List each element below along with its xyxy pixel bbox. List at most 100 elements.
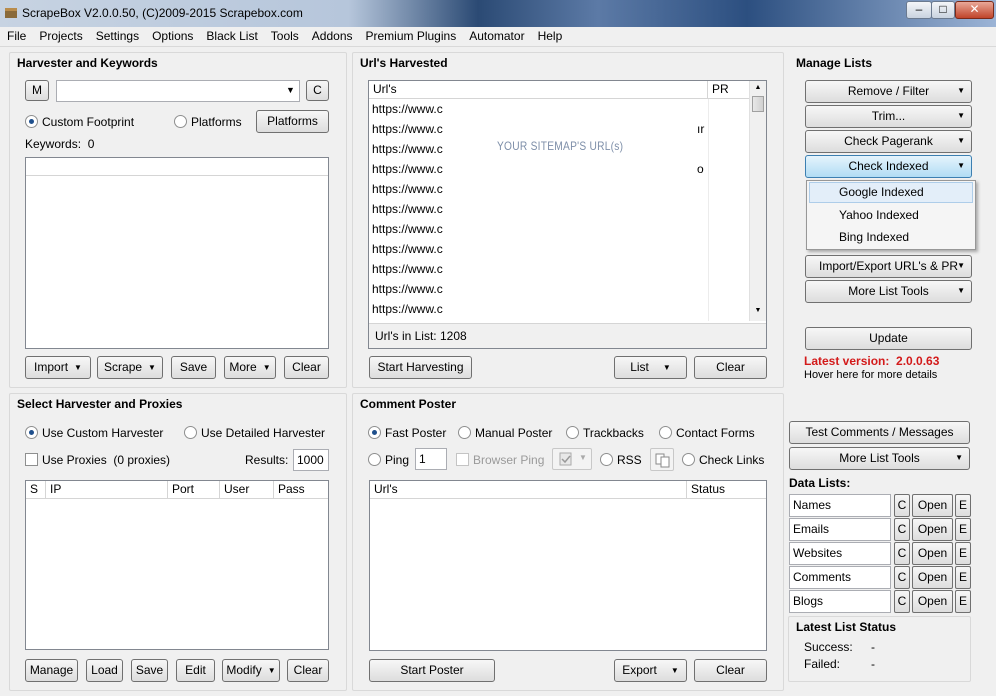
url-row[interactable]: https://www.c xyxy=(369,199,766,219)
menu-settings[interactable]: Settings xyxy=(89,27,145,43)
scroll-thumb[interactable] xyxy=(752,96,764,112)
datalist-comments-field[interactable]: Comments xyxy=(789,566,891,589)
datalist-emails-open-button[interactable]: Open xyxy=(912,518,953,541)
datalist-names-field[interactable]: Names xyxy=(789,494,891,517)
datalist-emails-field[interactable]: Emails xyxy=(789,518,891,541)
datalist-comments-edit-button[interactable]: E xyxy=(955,566,971,589)
platforms-radio[interactable]: Platforms xyxy=(174,115,242,129)
datalist-comments-open-button[interactable]: Open xyxy=(912,566,953,589)
use-detailed-harvester-radio[interactable]: Use Detailed Harvester xyxy=(184,426,325,440)
clear-poster-button[interactable]: Clear xyxy=(694,659,767,682)
check-links-radio[interactable]: Check Links xyxy=(682,453,764,467)
keywords-textarea[interactable] xyxy=(25,157,329,349)
url-row[interactable]: https://www.c xyxy=(369,179,766,199)
datalist-blogs-field[interactable]: Blogs xyxy=(789,590,891,613)
menu-addons[interactable]: Addons xyxy=(305,27,359,43)
menu-file[interactable]: File xyxy=(0,27,32,43)
datalist-blogs-edit-button[interactable]: E xyxy=(955,590,971,613)
rss-settings-button[interactable] xyxy=(650,448,674,471)
col-user-header[interactable]: User xyxy=(220,481,274,499)
col-pr-header[interactable]: PR xyxy=(708,81,748,99)
menu-tools[interactable]: Tools xyxy=(264,27,305,43)
check-indexed-button[interactable]: Check Indexed ▼ xyxy=(805,155,972,178)
url-row[interactable]: https://www.c xyxy=(369,99,766,119)
save-proxies-button[interactable]: Save xyxy=(131,659,168,682)
trim-button[interactable]: Trim... ▼ xyxy=(805,105,972,128)
url-row[interactable]: https://www.c xyxy=(369,259,766,279)
more-button[interactable]: More ▼ xyxy=(224,356,276,379)
menu-bing-indexed[interactable]: Bing Indexed xyxy=(807,226,975,248)
contact-forms-radio[interactable]: Contact Forms xyxy=(659,426,755,440)
datalist-names-clear-button[interactable]: C xyxy=(894,494,910,517)
menu-yahoo-indexed[interactable]: Yahoo Indexed xyxy=(807,204,975,226)
start-harvesting-button[interactable]: Start Harvesting xyxy=(369,356,472,379)
datalist-names-edit-button[interactable]: E xyxy=(955,494,971,517)
datalist-names-open-button[interactable]: Open xyxy=(912,494,953,517)
minimize-button[interactable]: – xyxy=(906,1,932,19)
urls-scrollbar[interactable]: ▲ ▼ xyxy=(749,81,766,321)
url-row[interactable]: https://www.c xyxy=(369,219,766,239)
hover-details-link[interactable]: Hover here for more details xyxy=(804,369,937,381)
edit-proxies-button[interactable]: Edit xyxy=(176,659,215,682)
save-keywords-button[interactable]: Save xyxy=(171,356,216,379)
use-custom-harvester-radio[interactable]: Use Custom Harvester xyxy=(25,426,163,440)
clear-keywords-button[interactable]: Clear xyxy=(284,356,329,379)
update-button[interactable]: Update xyxy=(805,327,972,350)
rss-radio[interactable]: RSS xyxy=(600,453,642,467)
menu-automator[interactable]: Automator xyxy=(462,27,530,43)
more-list-tools-poster-button[interactable]: More List Tools ▼ xyxy=(789,447,970,470)
col-url-header[interactable]: Url's xyxy=(369,81,708,99)
custom-footprint-radio[interactable]: Custom Footprint xyxy=(25,115,134,129)
platforms-button[interactable]: Platforms xyxy=(256,110,329,133)
col-ip-header[interactable]: IP xyxy=(46,481,168,499)
ping-radio[interactable]: Ping xyxy=(368,453,409,467)
url-row[interactable]: https://www.c xyxy=(369,239,766,259)
more-list-tools-button[interactable]: More List Tools ▼ xyxy=(805,280,972,303)
datalist-blogs-clear-button[interactable]: C xyxy=(894,590,910,613)
menu-black-list[interactable]: Black List xyxy=(199,27,263,43)
menu-help[interactable]: Help xyxy=(531,27,569,43)
url-row[interactable]: https://www.c ır xyxy=(369,119,766,139)
start-poster-button[interactable]: Start Poster xyxy=(369,659,495,682)
trackbacks-radio[interactable]: Trackbacks xyxy=(566,426,644,440)
menu-options[interactable]: Options xyxy=(145,27,199,43)
col-url-header[interactable]: Url's xyxy=(370,481,687,499)
c-button[interactable]: C xyxy=(306,80,329,101)
manual-poster-radio[interactable]: Manual Poster xyxy=(458,426,552,440)
results-input[interactable]: 1000 xyxy=(293,449,329,471)
datalist-emails-edit-button[interactable]: E xyxy=(955,518,971,541)
import-button[interactable]: Import ▼ xyxy=(25,356,91,379)
scroll-down-icon[interactable]: ▼ xyxy=(750,307,766,314)
scrape-button[interactable]: Scrape ▼ xyxy=(97,356,163,379)
datalist-websites-open-button[interactable]: Open xyxy=(912,542,953,565)
menu-premium-plugins[interactable]: Premium Plugins xyxy=(359,27,463,43)
url-row[interactable]: https://www.c o xyxy=(369,159,766,179)
datalist-websites-clear-button[interactable]: C xyxy=(894,542,910,565)
col-s-header[interactable]: S xyxy=(26,481,46,499)
col-port-header[interactable]: Port xyxy=(168,481,220,499)
scroll-up-icon[interactable]: ▲ xyxy=(750,81,766,95)
maximize-button[interactable]: □ xyxy=(931,1,955,19)
datalist-blogs-open-button[interactable]: Open xyxy=(912,590,953,613)
menu-projects[interactable]: Projects xyxy=(32,27,88,43)
export-button[interactable]: Export ▼ xyxy=(614,659,687,682)
list-button[interactable]: List ▼ xyxy=(614,356,687,379)
datalist-websites-edit-button[interactable]: E xyxy=(955,542,971,565)
remove-filter-button[interactable]: Remove / Filter ▼ xyxy=(805,80,972,103)
datalist-comments-clear-button[interactable]: C xyxy=(894,566,910,589)
use-proxies-checkbox[interactable]: Use Proxies (0 proxies) xyxy=(25,453,170,467)
url-row[interactable]: https://www.c xyxy=(369,279,766,299)
url-row[interactable]: https://www.c xyxy=(369,299,766,319)
manage-proxies-button[interactable]: Manage xyxy=(25,659,78,682)
footprint-combo[interactable]: ▼ xyxy=(56,80,300,102)
fast-poster-radio[interactable]: Fast Poster xyxy=(368,426,446,440)
datalist-websites-field[interactable]: Websites xyxy=(789,542,891,565)
modify-proxies-button[interactable]: Modify ▼ xyxy=(222,659,280,682)
test-comments-button[interactable]: Test Comments / Messages xyxy=(789,421,970,444)
ping-count-input[interactable]: 1 xyxy=(415,448,447,470)
menu-google-indexed[interactable]: Google Indexed xyxy=(809,182,973,203)
check-pagerank-button[interactable]: Check Pagerank ▼ xyxy=(805,130,972,153)
close-button[interactable]: ✕ xyxy=(955,1,994,19)
load-proxies-button[interactable]: Load xyxy=(86,659,123,682)
datalist-emails-clear-button[interactable]: C xyxy=(894,518,910,541)
